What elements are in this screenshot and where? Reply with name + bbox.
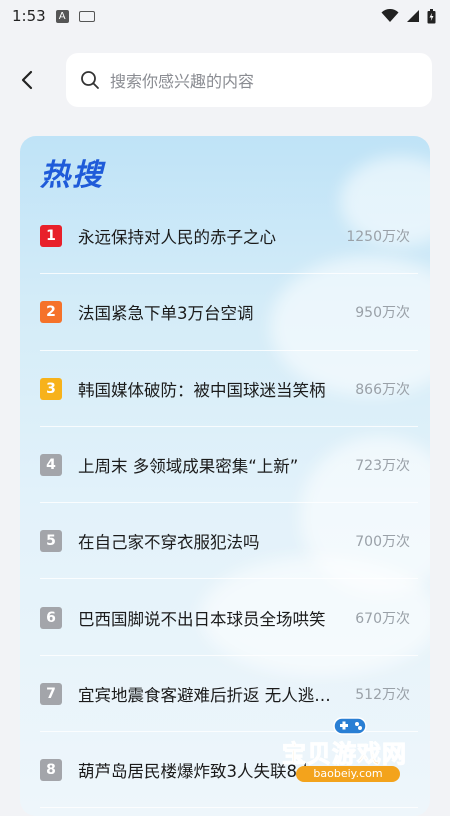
hot-search-item[interactable]: 3 韩国媒体破防：被中国球迷当笑柄 866万次 — [20, 351, 430, 428]
signal-icon — [407, 10, 419, 22]
hot-search-item-count: 866万次 — [355, 381, 410, 398]
hot-search-item-title: 宜宾地震食客避难后折返 无人逃… — [78, 685, 331, 705]
hot-search-item-title: 在自己家不穿衣服犯法吗 — [78, 533, 260, 553]
watermark-logo: 宝贝游戏网 baobeiy.com — [278, 712, 428, 786]
hot-search-item[interactable]: 6 巴西国脚说不出日本球员全场哄笑 670万次 — [20, 579, 430, 657]
hot-search-item-title: 法国紧急下单3万台空调 — [78, 304, 254, 324]
rank-badge: 8 — [40, 759, 62, 782]
hot-search-item-title: 永远保持对人民的赤子之心 — [78, 228, 276, 248]
back-button[interactable] — [20, 62, 56, 98]
status-time: 1:53 — [12, 7, 46, 25]
rank-badge: 3 — [40, 377, 62, 400]
rank-badge: 4 — [40, 454, 62, 477]
rank-badge: 1 — [40, 225, 62, 248]
rank-badge: 5 — [40, 530, 62, 553]
hot-search-title: 热搜 — [40, 158, 104, 193]
hot-search-item[interactable]: 5 在自己家不穿衣服犯法吗 700万次 — [20, 503, 430, 580]
hot-search-item-count: 723万次 — [355, 458, 410, 475]
hot-search-item[interactable]: 1 永远保持对人民的赤子之心 1250万次 — [20, 198, 430, 275]
keyboard-icon — [78, 10, 95, 22]
rank-badge: 7 — [40, 682, 62, 705]
status-bar: 1:53 A — [0, 0, 450, 32]
watermark-text: 宝贝游戏网 — [282, 740, 407, 769]
back-icon — [21, 70, 33, 90]
rank-badge: 6 — [40, 606, 62, 629]
hot-search-item-count: 700万次 — [355, 534, 410, 551]
watermark-url: baobeiy.com — [296, 766, 400, 782]
rank-badge: 2 — [40, 301, 62, 324]
hot-search-item-title: 巴西国脚说不出日本球员全场哄笑 — [78, 609, 326, 629]
wifi-icon — [381, 9, 399, 22]
hot-search-item-count: 1250万次 — [346, 229, 410, 246]
hot-search-item[interactable]: 2 法国紧急下单3万台空调 950万次 — [20, 274, 430, 351]
hot-search-item-count: 512万次 — [355, 686, 410, 703]
hot-search-item[interactable]: 4 上周末 多领域成果密集“上新” 723万次 — [20, 427, 430, 504]
hot-search-item-title: 韩国媒体破防：被中国球迷当笑柄 — [78, 380, 326, 400]
search-placeholder: 搜索你感兴趣的内容 — [110, 72, 255, 91]
hot-search-item-title: 上周末 多领域成果密集“上新” — [78, 457, 299, 477]
search-row: 搜索你感兴趣的内容 — [0, 52, 450, 108]
a-icon: A — [55, 9, 69, 23]
search-input[interactable]: 搜索你感兴趣的内容 — [66, 53, 432, 107]
hot-search-item-count: 670万次 — [355, 610, 410, 627]
hot-search-item-count: 950万次 — [355, 305, 410, 322]
battery-icon — [427, 8, 436, 23]
search-icon — [81, 71, 99, 89]
